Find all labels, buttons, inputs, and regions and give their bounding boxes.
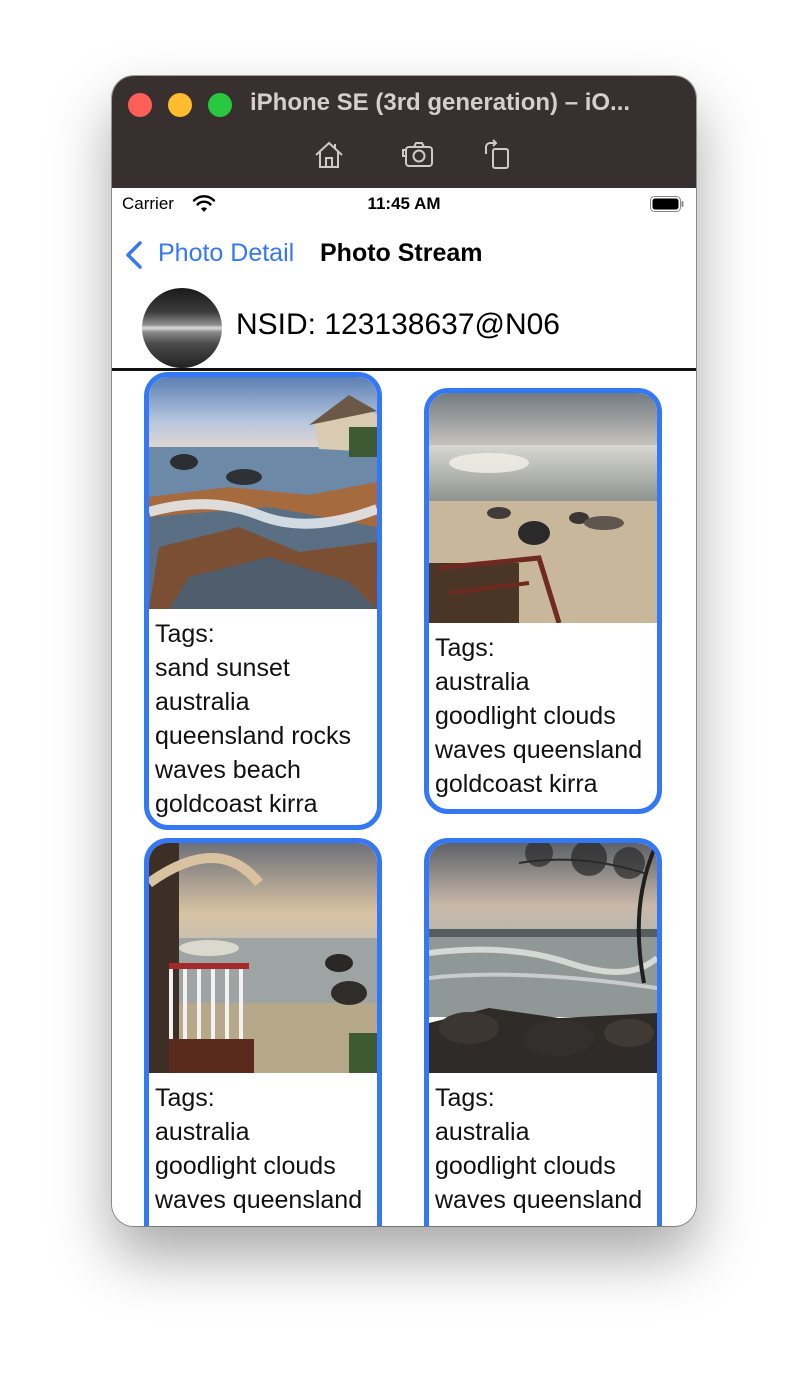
tags-label: Tags: — [155, 620, 215, 648]
simulator-screen: Carrier 11:45 AM Photo Detail Photo Stre… — [112, 188, 696, 1226]
photo-card[interactable]: Tags: australia goodlight clouds waves q… — [424, 388, 662, 814]
tag-line: goldcoast kirra — [435, 770, 598, 798]
tag-line: sand sunset — [155, 654, 290, 682]
tag-line: goodlight clouds — [155, 1152, 336, 1180]
status-time: 11:45 AM — [367, 194, 441, 213]
back-button[interactable]: Photo Detail — [158, 239, 294, 268]
tags-label: Tags: — [435, 634, 495, 662]
photo-card[interactable]: Tags: sand sunset australia queensland r… — [144, 372, 382, 830]
status-bar: Carrier 11:45 AM — [112, 188, 696, 222]
photo-card[interactable]: Tags: australia goodlight clouds waves q… — [144, 838, 382, 1226]
zoom-window-button[interactable] — [208, 93, 232, 117]
tags-text: Tags: sand sunset australia queensland r… — [149, 609, 377, 825]
photo-thumbnail — [149, 843, 377, 1073]
nsid-label: NSID: 123138637@N06 — [236, 308, 560, 341]
tag-line: australia — [155, 688, 250, 716]
photo-thumbnail — [429, 393, 657, 623]
tag-line: waves queensland — [435, 1186, 643, 1214]
tag-line: waves queensland — [155, 1186, 363, 1214]
simulator-window: iPhone SE (3rd generation) – iO... Carri… — [112, 76, 696, 1226]
avatar — [142, 288, 222, 368]
tag-line: australia — [435, 1118, 530, 1146]
profile-header: NSID: 123138637@N06 — [112, 288, 696, 368]
tag-line: goldcoast kirra — [155, 790, 318, 818]
tags-text: Tags: australia goodlight clouds waves q… — [429, 1073, 657, 1221]
tag-line: goodlight clouds — [435, 702, 616, 730]
window-title: iPhone SE (3rd generation) – iO... — [250, 89, 631, 116]
rotate-device-icon[interactable] — [480, 138, 514, 172]
tag-line: queensland rocks — [155, 722, 351, 750]
tag-line: waves queensland — [435, 736, 643, 764]
tags-label: Tags: — [435, 1084, 495, 1112]
tags-label: Tags: — [155, 1084, 215, 1112]
photo-card[interactable]: Tags: australia goodlight clouds waves q… — [424, 838, 662, 1226]
navigation-bar: Photo Detail Photo Stream — [112, 228, 696, 280]
photo-thumbnail — [149, 377, 377, 609]
screenshot-camera-icon[interactable] — [402, 138, 436, 172]
photo-thumbnail — [429, 843, 657, 1073]
tag-line: australia — [155, 1118, 250, 1146]
header-divider — [112, 368, 696, 371]
tag-line: waves beach — [155, 756, 301, 784]
tags-text: Tags: australia goodlight clouds waves q… — [429, 623, 657, 805]
home-icon[interactable] — [312, 138, 346, 172]
back-chevron-icon[interactable] — [124, 240, 144, 270]
tag-line: goodlight clouds — [435, 1152, 616, 1180]
nav-title: Photo Stream — [320, 239, 483, 267]
close-window-button[interactable] — [128, 93, 152, 117]
tag-line: australia — [435, 668, 530, 696]
battery-icon — [650, 196, 684, 212]
minimize-window-button[interactable] — [168, 93, 192, 117]
simulator-titlebar: iPhone SE (3rd generation) – iO... — [112, 76, 696, 188]
tags-text: Tags: australia goodlight clouds waves q… — [149, 1073, 377, 1221]
